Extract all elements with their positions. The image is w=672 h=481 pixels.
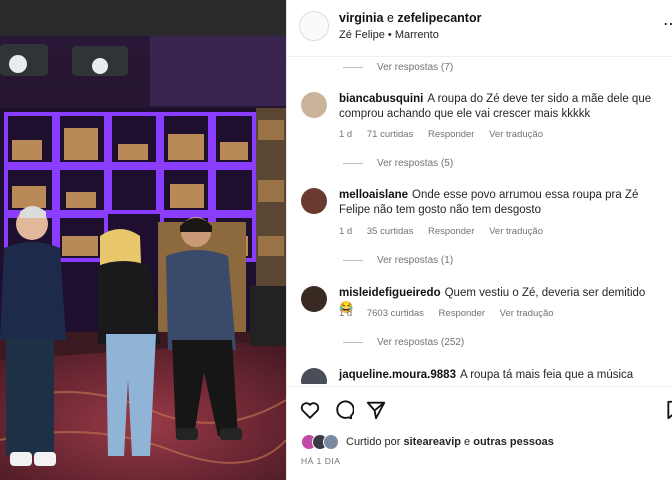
comment-text: jaqueline.moura.9883 A roupa tá mais feia… — [339, 368, 654, 383]
author-link-virginia[interactable]: virginia — [339, 11, 383, 25]
post-actions: Curtido por siteareavip e outras pessoas… — [287, 386, 672, 481]
post-header: virginia e zefelipecantor Zé Felipe • Ma… — [287, 0, 672, 57]
more-icon[interactable]: ⋯ — [663, 14, 672, 36]
comment-item: misleidefigueiredo Quem vestiu o Zé, deve… — [287, 286, 672, 366]
post-video[interactable] — [0, 0, 286, 480]
comment-time: 1 d — [339, 226, 353, 237]
post-panel: virginia e zefelipecantor Zé Felipe • Ma… — [286, 0, 672, 480]
replies-divider — [343, 341, 363, 343]
liked-by: Curtido por siteareavip e outras pessoas — [301, 434, 554, 450]
liked-joiner: e — [464, 436, 471, 448]
comment-body: A roupa tá mais feia que a música — [459, 369, 634, 381]
commenter-username[interactable]: melloaislane — [339, 189, 408, 201]
video-frame-image — [0, 0, 286, 480]
comment-item: jaqueline.moura.9883 A roupa tá mais feia… — [287, 368, 672, 384]
audio-track[interactable]: Zé Felipe • Marrento — [339, 29, 439, 41]
view-replies-label: Ver respostas (7) — [377, 61, 454, 73]
commenter-avatar[interactable] — [301, 188, 327, 214]
comment-item: melloaislane Onde esse povo arrumou essa … — [287, 188, 672, 278]
commenter-username[interactable]: misleidefigueiredo — [339, 287, 441, 299]
author-avatar[interactable] — [299, 11, 329, 41]
comment-likes[interactable]: 35 curtidas — [367, 226, 413, 237]
comment-meta: 1 d 71 curtidas Responder Ver tradução — [339, 129, 555, 140]
comment-time: 1 d — [339, 129, 353, 140]
view-replies-button[interactable]: Ver respostas (7) — [343, 59, 453, 75]
view-replies-label: Ver respostas (5) — [377, 157, 454, 169]
comment-text: biancabusquini A roupa do Zé deve ter sid… — [339, 92, 654, 122]
heart-icon[interactable] — [299, 399, 321, 421]
post-date[interactable]: HÁ 1 DIA — [301, 456, 340, 466]
comment-icon[interactable] — [332, 399, 354, 421]
post-authors: virginia e zefelipecantor — [339, 11, 481, 25]
comment-likes[interactable]: 7603 curtidas — [367, 308, 424, 319]
commenter-username[interactable]: jaqueline.moura.9883 — [339, 369, 456, 381]
commenter-avatar[interactable] — [301, 92, 327, 118]
comments-list[interactable]: Ver respostas (7) biancabusquini A roupa … — [287, 57, 672, 384]
reply-button[interactable]: Responder — [428, 226, 474, 237]
comment-time: 1 d — [339, 308, 353, 319]
comment-item: biancabusquini A roupa do Zé deve ter sid… — [287, 92, 672, 182]
reply-button[interactable]: Responder — [428, 129, 474, 140]
liked-others-link[interactable]: outras pessoas — [473, 436, 554, 448]
comment-meta: 1 d 35 curtidas Responder Ver tradução — [339, 226, 555, 237]
translate-button[interactable]: Ver tradução — [500, 308, 554, 319]
view-replies-label: Ver respostas (1) — [377, 254, 454, 266]
bookmark-icon[interactable] — [665, 399, 672, 421]
view-replies-button[interactable]: Ver respostas (5) — [343, 155, 453, 171]
comment-meta: 1 d 7603 curtidas Responder Ver tradução — [339, 308, 566, 319]
replies-divider — [343, 259, 363, 261]
view-replies-button[interactable]: Ver respostas (1) — [343, 252, 453, 268]
commenter-avatar[interactable] — [301, 286, 327, 312]
share-icon[interactable] — [365, 399, 387, 421]
view-replies-label: Ver respostas (252) — [377, 336, 465, 348]
replies-divider — [343, 162, 363, 164]
reply-button[interactable]: Responder — [439, 308, 485, 319]
liked-prefix: Curtido por — [346, 436, 401, 448]
comment-text: melloaislane Onde esse povo arrumou essa … — [339, 188, 654, 218]
replies-divider — [343, 66, 363, 68]
translate-button[interactable]: Ver tradução — [489, 226, 543, 237]
commenter-avatar[interactable] — [301, 368, 327, 384]
author-link-zefelipecantor[interactable]: zefelipecantor — [397, 11, 481, 25]
liked-by-text: Curtido por siteareavip e outras pessoas — [346, 436, 554, 448]
view-replies-button[interactable]: Ver respostas (252) — [343, 334, 464, 350]
translate-button[interactable]: Ver tradução — [489, 129, 543, 140]
authors-joiner: e — [386, 11, 394, 25]
liker-avatar — [323, 434, 339, 450]
comment-likes[interactable]: 71 curtidas — [367, 129, 413, 140]
commenter-username[interactable]: biancabusquini — [339, 93, 423, 105]
liked-user-link[interactable]: siteareavip — [403, 436, 460, 448]
